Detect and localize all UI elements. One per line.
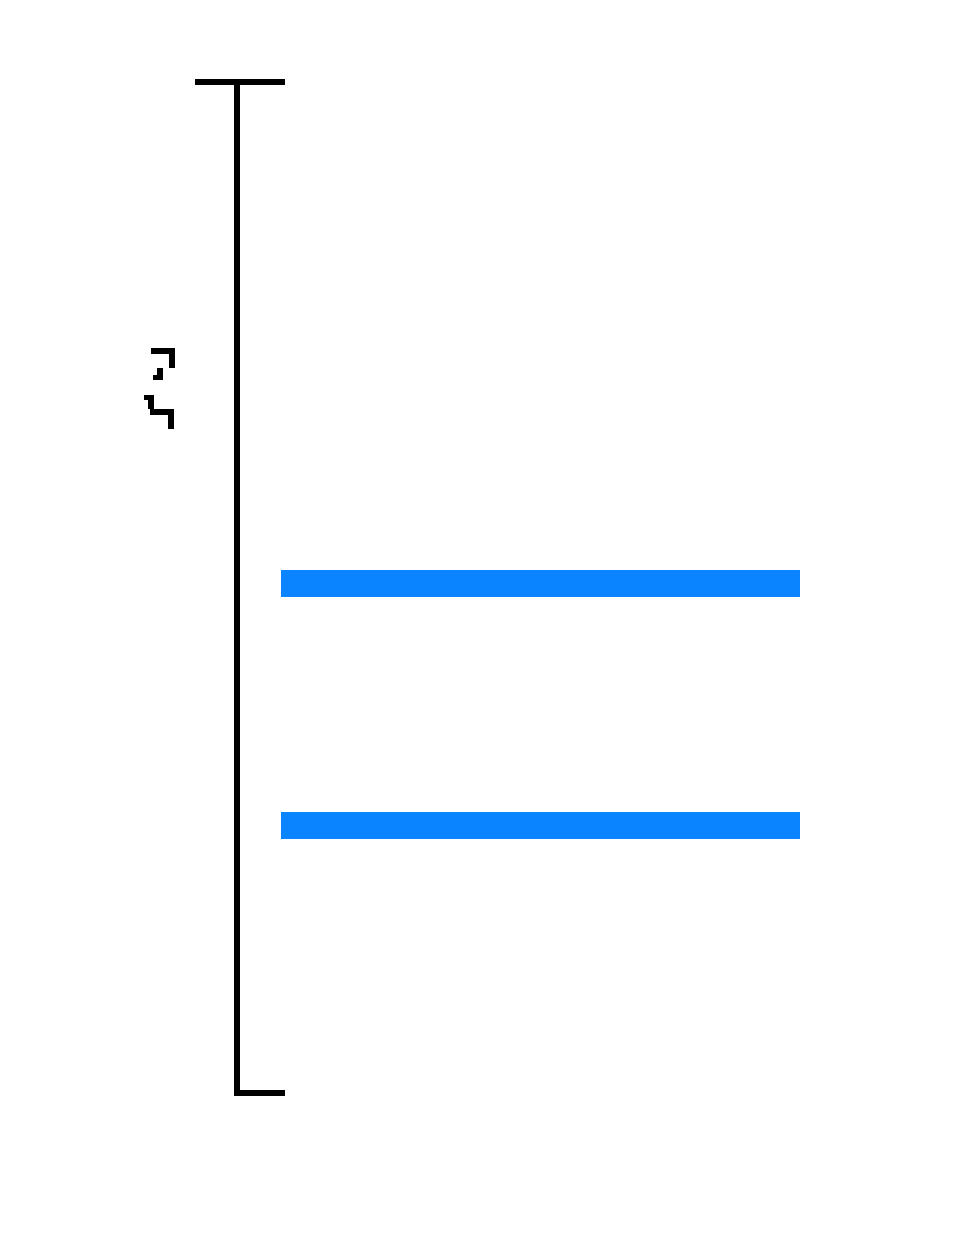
glyph-1-part: [169, 354, 175, 368]
bracket-vertical-segment: [234, 79, 240, 1096]
blue-bar-2: [281, 812, 800, 839]
blue-bar-1: [281, 570, 800, 597]
glyph-2-part: [144, 395, 154, 400]
bracket-bottom-segment: [234, 1090, 285, 1096]
glyph-2-part: [168, 415, 174, 429]
glyph-1-part: [153, 375, 163, 380]
glyph-2-part: [148, 399, 154, 409]
bracket-top-segment: [195, 79, 285, 85]
